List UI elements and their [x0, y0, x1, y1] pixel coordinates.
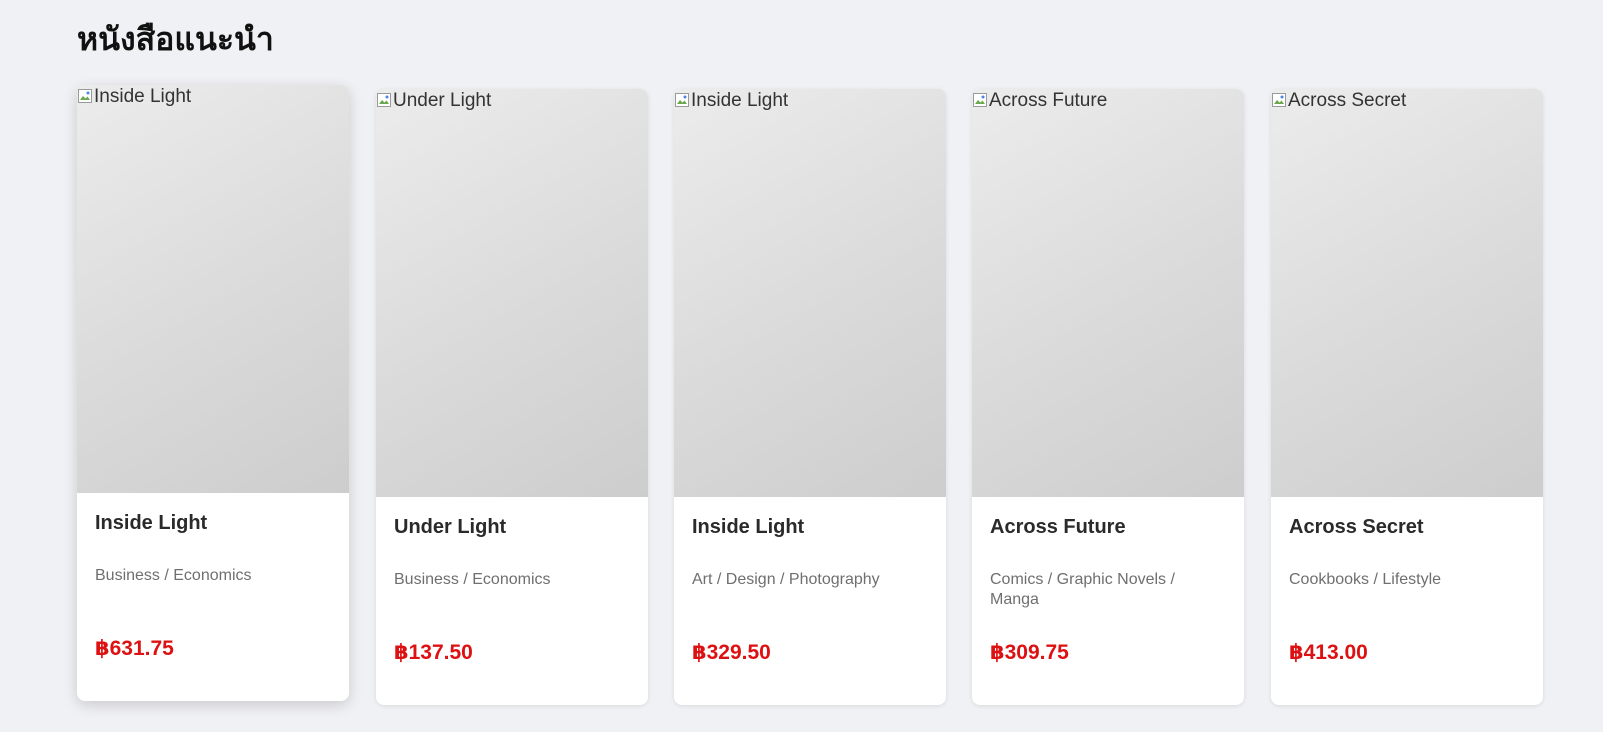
book-title[interactable]: Across Secret [1289, 516, 1424, 539]
book-card[interactable]: Inside Light Inside Light Art / Design /… [674, 89, 946, 705]
book-title[interactable]: Under Light [394, 516, 506, 539]
book-category: Art / Design / Photography [692, 571, 880, 588]
book-cover-image[interactable]: Across Future [972, 89, 1244, 497]
book-cover-alt-text: Across Secret [1288, 90, 1407, 111]
book-cover-image[interactable]: Across Secret [1271, 89, 1543, 497]
book-card[interactable]: Across Future Across Future Comics / Gra… [972, 89, 1244, 705]
broken-image-icon [973, 93, 987, 107]
book-card[interactable]: Inside Light Inside Light Business / Eco… [77, 85, 349, 701]
broken-image-icon [675, 93, 689, 107]
book-category: Comics / Graphic Novels / Manga [990, 571, 1175, 608]
book-price: ฿631.75 [95, 637, 174, 660]
book-category: Business / Economics [394, 571, 551, 588]
book-card-body: Inside Light Business / Economics ฿631.7… [77, 493, 349, 701]
book-price: ฿137.50 [394, 641, 473, 664]
book-title[interactable]: Inside Light [95, 512, 207, 535]
book-card-body: Inside Light Art / Design / Photography … [674, 497, 946, 705]
book-category: Cookbooks / Lifestyle [1289, 571, 1442, 588]
book-title[interactable]: Inside Light [692, 516, 804, 539]
book-cover-image[interactable]: Inside Light [674, 89, 946, 497]
book-price: ฿413.00 [1289, 641, 1368, 664]
broken-image-icon [78, 89, 92, 103]
book-cover-alt-text: Inside Light [691, 90, 789, 111]
book-category: Business / Economics [95, 567, 252, 584]
book-cover-image[interactable]: Under Light [376, 89, 648, 497]
book-cover-image[interactable]: Inside Light [77, 85, 349, 493]
book-price: ฿329.50 [692, 641, 771, 664]
book-title[interactable]: Across Future [990, 516, 1126, 539]
book-card[interactable]: Under Light Under Light Business / Econo… [376, 89, 648, 705]
book-card-body: Across Secret Cookbooks / Lifestyle ฿413… [1271, 497, 1543, 705]
book-cover-alt-text: Across Future [989, 90, 1108, 111]
book-card[interactable]: Across Secret Across Secret Cookbooks / … [1271, 89, 1543, 705]
book-price: ฿309.75 [990, 641, 1069, 664]
book-card-body: Across Future Comics / Graphic Novels / … [972, 497, 1244, 705]
book-card-body: Under Light Business / Economics ฿137.50 [376, 497, 648, 705]
book-cover-alt-text: Under Light [393, 90, 492, 111]
book-card-grid: Inside Light Inside Light Business / Eco… [0, 0, 1603, 732]
broken-image-icon [1272, 93, 1286, 107]
broken-image-icon [377, 93, 391, 107]
book-cover-alt-text: Inside Light [94, 86, 192, 107]
